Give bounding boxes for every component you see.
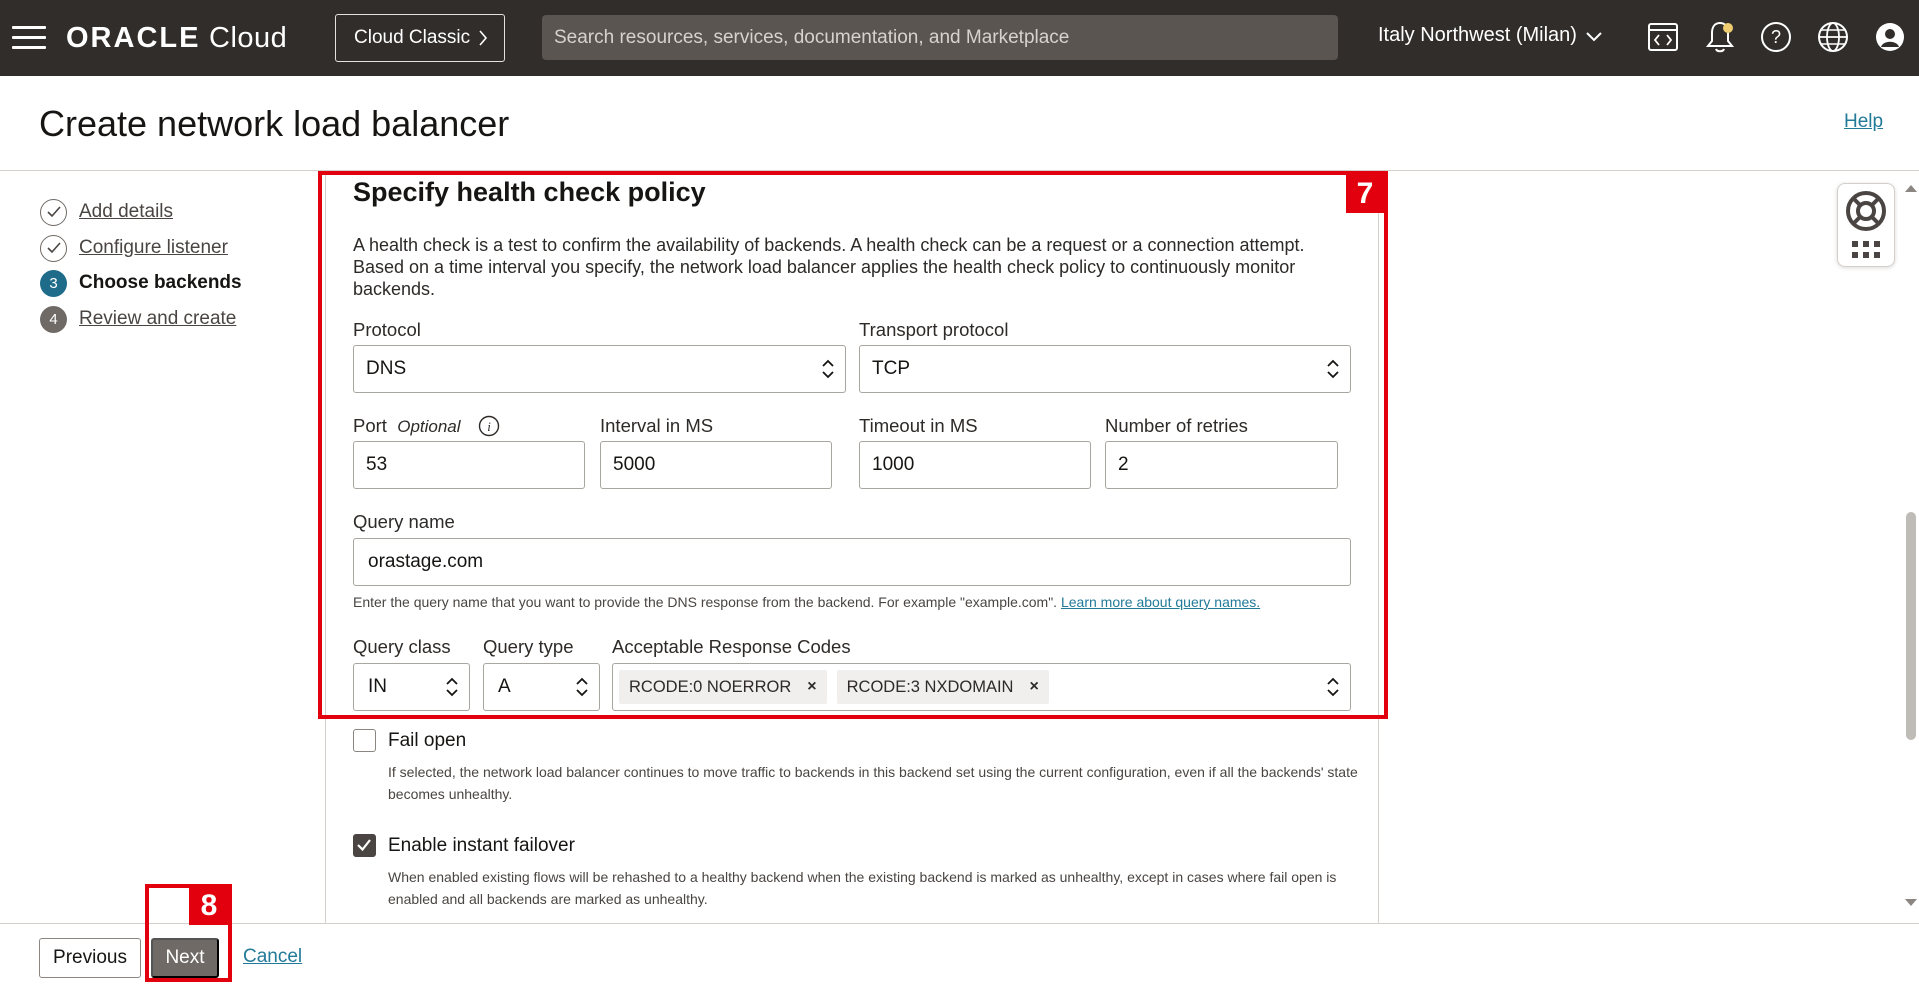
region-label: Italy Northwest (Milan) <box>1378 24 1577 46</box>
instant-failover-label: Enable instant failover <box>388 835 575 856</box>
checkmark-icon <box>357 839 371 852</box>
region-selector[interactable]: Italy Northwest (Milan) <box>1378 24 1603 47</box>
fail-open-checkbox[interactable] <box>353 729 376 752</box>
help-widget[interactable] <box>1837 183 1895 267</box>
apps-grid-icon <box>1852 241 1880 258</box>
page-title: Create network load balancer <box>39 103 510 144</box>
bell-icon[interactable] <box>1702 19 1738 55</box>
step-choose-backends: 3 Choose backends <box>40 269 242 297</box>
top-navigation-bar: ORACLE Cloud Cloud Classic Search resour… <box>0 0 1919 76</box>
instant-failover-help: When enabled existing flows will be reha… <box>388 869 1337 907</box>
scroll-down-icon[interactable] <box>1904 898 1918 908</box>
oracle-cloud-logo[interactable]: ORACLE Cloud <box>66 22 287 55</box>
checkmark-icon <box>40 234 67 262</box>
search-placeholder: Search resources, services, documentatio… <box>554 26 1070 48</box>
step-number: 3 <box>40 269 67 297</box>
code-editor-icon[interactable] <box>1645 19 1681 55</box>
step-add-details[interactable]: Add details <box>40 198 173 226</box>
fail-open-label: Fail open <box>388 730 467 751</box>
step-label: Review and create <box>79 308 237 329</box>
annotation-box-7 <box>318 171 1388 719</box>
annotation-tag-8: 8 <box>189 887 229 925</box>
menu-icon[interactable] <box>12 26 46 50</box>
annotation-tag-7: 7 <box>1346 175 1384 213</box>
cancel-link[interactable]: Cancel <box>243 946 302 968</box>
svg-text:?: ? <box>1771 27 1781 47</box>
globe-icon[interactable] <box>1815 19 1851 55</box>
search-input[interactable]: Search resources, services, documentatio… <box>542 15 1338 60</box>
cloud-classic-button[interactable]: Cloud Classic <box>335 14 505 62</box>
checkmark-icon <box>40 198 67 226</box>
chevron-right-icon <box>479 30 488 46</box>
chevron-down-icon <box>1586 31 1602 41</box>
step-review-and-create[interactable]: 4 Review and create <box>40 305 236 333</box>
step-label: Add details <box>79 201 174 222</box>
help-icon[interactable]: ? <box>1758 19 1794 55</box>
fail-open-help: If selected, the network load balancer c… <box>388 764 1358 802</box>
previous-button[interactable]: Previous <box>39 938 141 978</box>
help-link[interactable]: Help <box>1844 111 1883 133</box>
user-icon[interactable] <box>1872 19 1908 55</box>
scroll-up-icon[interactable] <box>1904 183 1918 193</box>
cloud-classic-label: Cloud Classic <box>354 27 471 48</box>
step-configure-listener[interactable]: Configure listener <box>40 234 228 262</box>
step-label: Configure listener <box>79 237 228 258</box>
step-number: 4 <box>40 305 67 333</box>
step-label: Choose backends <box>79 272 242 293</box>
lifebuoy-icon <box>1846 191 1886 231</box>
scrollbar-thumb[interactable] <box>1906 512 1916 740</box>
instant-failover-checkbox[interactable] <box>353 834 376 857</box>
